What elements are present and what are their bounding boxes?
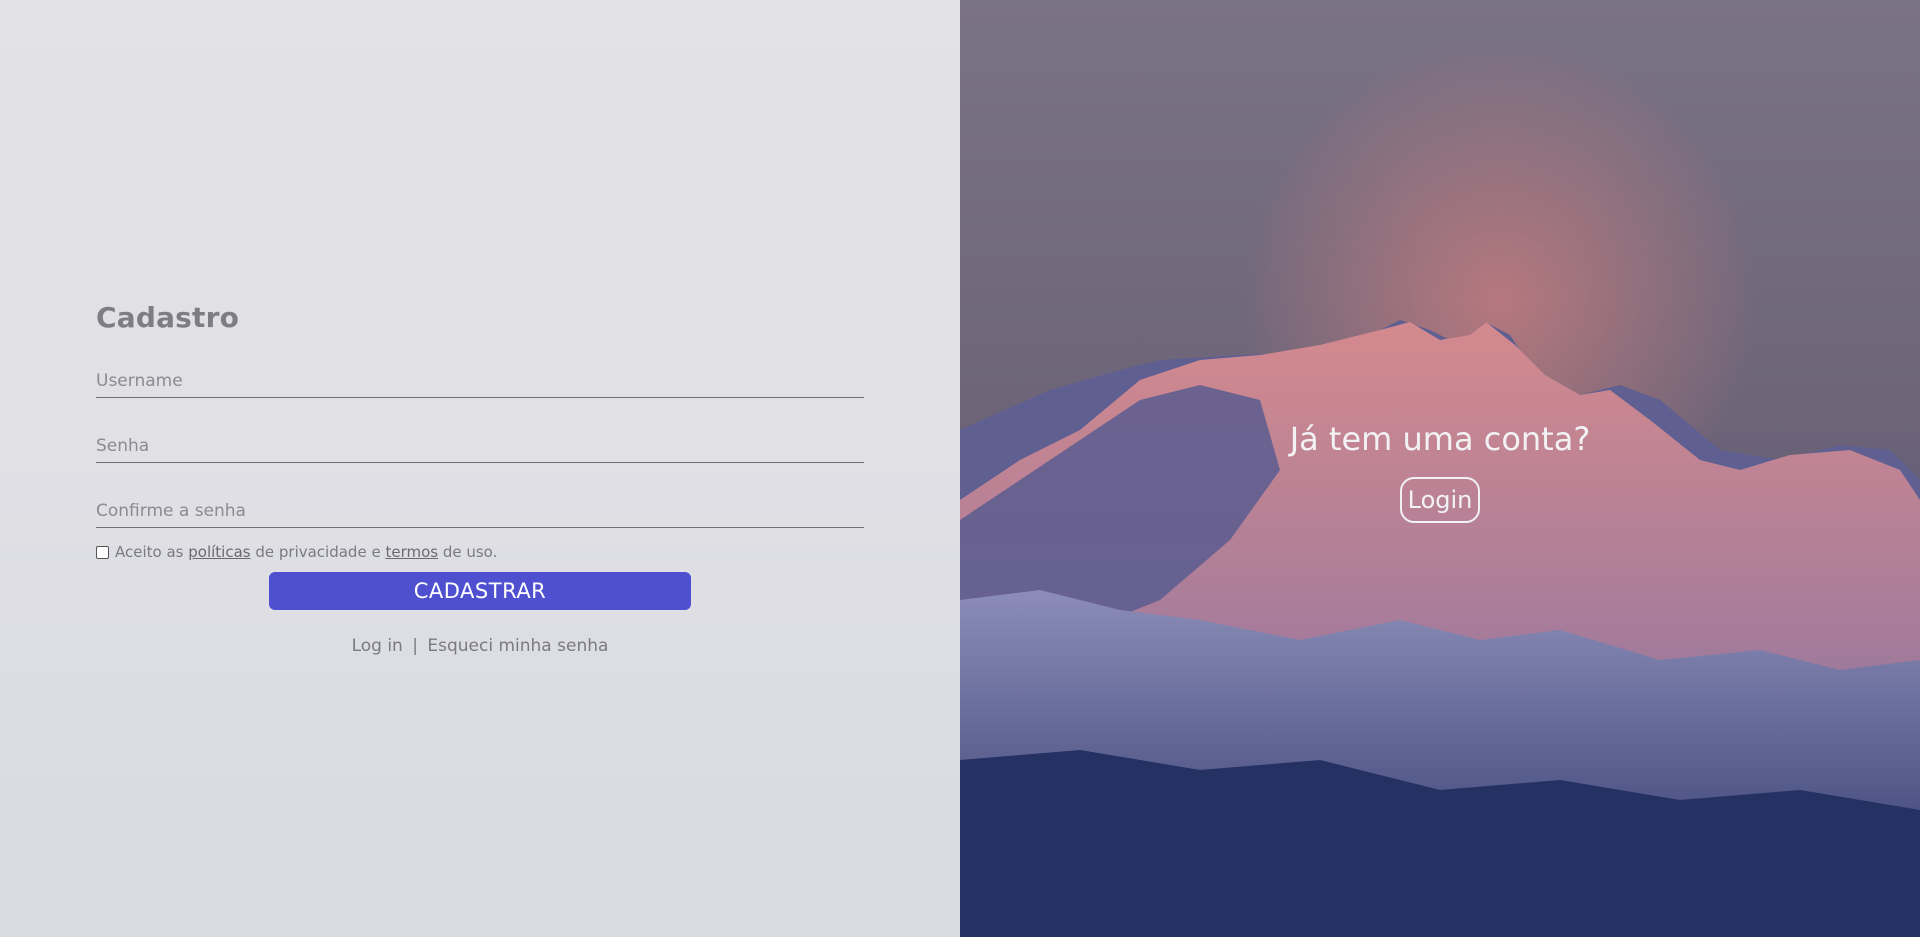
link-separator: | [412, 636, 418, 656]
bottom-links: Log in | Esqueci minha senha [96, 636, 864, 656]
forgot-password-link[interactable]: Esqueci minha senha [427, 636, 608, 656]
signup-form: Cadastro Aceito as políticas de privacid… [96, 298, 864, 656]
aside-login-button[interactable]: Login [1400, 477, 1480, 523]
privacy-policy-link[interactable]: políticas [188, 543, 250, 561]
confirm-password-field [96, 480, 864, 528]
login-aside: Já tem uma conta? Login [960, 0, 1920, 937]
aside-title: Já tem uma conta? [1289, 420, 1591, 458]
terms-of-use-link[interactable]: termos [385, 543, 438, 561]
login-link[interactable]: Log in [352, 636, 403, 656]
terms-prefix: Aceito as [115, 543, 189, 561]
page: Cadastro Aceito as políticas de privacid… [0, 0, 1920, 937]
signup-title: Cadastro [96, 301, 240, 334]
signup-panel: Cadastro Aceito as políticas de privacid… [0, 0, 960, 937]
signup-button[interactable]: CADASTRAR [269, 572, 691, 610]
username-field [96, 350, 864, 398]
terms-suffix: de uso. [438, 543, 498, 561]
terms-row: Aceito as políticas de privacidade e ter… [96, 542, 864, 562]
password-field [96, 415, 864, 463]
username-input[interactable] [96, 371, 864, 391]
terms-checkbox[interactable] [96, 545, 109, 559]
confirm-password-input[interactable] [96, 501, 864, 521]
password-input[interactable] [96, 436, 864, 456]
terms-middle: de privacidade e [250, 543, 386, 561]
